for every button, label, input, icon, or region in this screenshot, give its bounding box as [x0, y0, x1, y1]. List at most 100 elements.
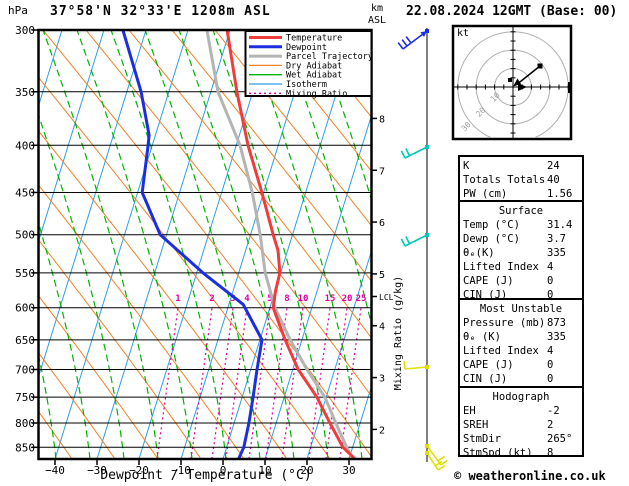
stat-value: 1.56 — [547, 188, 573, 200]
km-tick-label: 7 — [379, 166, 385, 177]
stat-row: θₑ (K) 335 — [463, 330, 579, 344]
wind-barb-feather — [405, 148, 411, 157]
stat-value: 335 — [547, 331, 566, 343]
stat-label: CIN (J) — [463, 373, 508, 385]
stat-value: 3.7 — [547, 233, 566, 245]
stat-value: 335 — [547, 247, 566, 259]
stat-row: CIN (J) 0 — [463, 372, 579, 386]
stat-value: 873 — [547, 317, 566, 329]
stat-value: 0 — [547, 275, 554, 287]
km-tick-label: 6 — [379, 218, 385, 229]
wind-barb-feather — [405, 236, 411, 245]
alt-unit-label: km — [371, 3, 383, 14]
pressure-tick-label: 300 — [15, 24, 35, 37]
wind-barb-feather — [400, 238, 406, 247]
pressure-tick-label: 600 — [15, 302, 35, 315]
wind-barb — [397, 29, 429, 50]
stat-value: 0 — [547, 359, 554, 371]
stat-value: 4 — [547, 261, 554, 273]
wind-barb — [400, 145, 429, 159]
stat-label: EH — [463, 405, 476, 417]
stat-row: Lifted Index 4 — [463, 260, 579, 274]
stat-label: SREH — [463, 419, 489, 431]
hodograph-unit-label: kt — [457, 28, 469, 39]
mixing-ratio-value-label: 2 — [209, 294, 214, 304]
wind-barb-feather — [405, 36, 412, 44]
stat-label: CAPE (J) — [463, 275, 514, 287]
mixing-ratio-value-label: 1 — [175, 294, 180, 304]
sounding-page: 1 2 3 4 5 8 10 15 20 25 300 350 400 450 500 550 600 650 7… — [0, 0, 629, 486]
pressure-tick-label: 350 — [15, 86, 35, 99]
stat-label: CAPE (J) — [463, 359, 514, 371]
mixing-ratio-value-label: 4 — [244, 294, 250, 304]
mixing-ratio-value-label: 15 — [325, 294, 336, 304]
stat-row: Pressure (mb) 873 — [463, 316, 579, 330]
stat-row: K 24 — [463, 159, 579, 173]
hodograph-mean-wind-marker — [508, 78, 512, 82]
mixing-ratio-value-label: 25 — [356, 294, 367, 304]
stat-row: SREH 2 — [463, 418, 579, 432]
stat-label: StmDir — [463, 433, 501, 445]
pressure-tick-label: 550 — [15, 267, 35, 280]
wind-barb — [403, 360, 429, 370]
stat-value: 24 — [547, 160, 560, 172]
pressure-tick-label: 500 — [15, 229, 35, 242]
page-title: 37°58'N 32°33'E 1208m ASL — [50, 4, 271, 19]
stat-value: 265° — [547, 433, 573, 445]
wind-barb-staff — [404, 366, 428, 370]
hodograph-header: Hodograph — [492, 391, 550, 403]
datetime-label: 22.08.2024 12GMT (Base: 00) — [406, 4, 618, 19]
km-tick-label: 5 — [379, 270, 385, 281]
dry-adiabat-line — [39, 130, 287, 458]
lcl-label: LCL — [379, 293, 394, 302]
stats-hodograph-section: Hodograph EH -2 SREH 2 StmDir 265° StmSpd (kt)… — [458, 386, 584, 457]
wind-barb-feather — [437, 464, 446, 471]
hodograph-trace-marker — [537, 63, 543, 69]
wind-barb-staff — [426, 452, 439, 471]
wind-barb-feather — [440, 459, 448, 466]
alt-ref-label: ASL — [368, 15, 386, 26]
stat-label: Lifted Index — [463, 261, 539, 273]
wind-barb-feather — [397, 42, 404, 50]
wet-adiabat-line — [76, 31, 193, 458]
pressure-tick-label: 800 — [15, 417, 35, 430]
stat-row: CAPE (J) 0 — [463, 274, 579, 288]
mixing-axis-label: Mixing Ratio (g/kg) — [393, 276, 404, 390]
stat-row: CAPE (J) 0 — [463, 358, 579, 372]
stat-value: 31.4 — [547, 219, 573, 231]
stat-label: Pressure (mb) — [463, 317, 546, 329]
pressure-tick-label: 850 — [15, 441, 35, 454]
pressure-unit-label: hPa — [8, 4, 28, 17]
stat-value: 2 — [547, 419, 554, 431]
wind-barb — [400, 233, 429, 247]
mixing-ratio-value-label: 8 — [284, 294, 289, 304]
legend: TemperatureDewpointParcel TrajectoryDry … — [244, 30, 373, 99]
stat-row: StmDir 265° — [463, 432, 579, 446]
most-unstable-header: Most Unstable — [479, 303, 563, 315]
pressure-tick-label: 400 — [15, 139, 35, 152]
stat-label: Lifted Index — [463, 345, 539, 357]
copyright-label: © weatheronline.co.uk — [454, 469, 606, 483]
stat-row: Temp (°C) 31.4 — [463, 218, 579, 232]
pressure-tick-label: 700 — [15, 364, 35, 377]
legend-label: Mixing Ratio — [286, 89, 347, 99]
km-tick-label: 2 — [379, 425, 385, 436]
stat-row: Dewp (°C) 3.7 — [463, 232, 579, 246]
stat-label: K — [463, 160, 470, 172]
stat-label: θₑ (K) — [463, 331, 501, 343]
wind-barb-feather — [400, 150, 406, 159]
hodograph-edge-tick — [568, 82, 571, 93]
stat-row: EH -2 — [463, 404, 579, 418]
stats-surface-section: Surface Temp (°C) 31.4 Dewp (°C) 3.7 θₑ(K) 33… — [458, 200, 584, 300]
surface-header: Surface — [498, 205, 544, 217]
pressure-tick-label: 650 — [15, 334, 35, 347]
stat-label: StmSpd (kt) — [463, 447, 533, 457]
stat-value: 40 — [547, 174, 560, 186]
stats-panel: K 24 Totals Totals 40 PW (cm) 1.56 Surface Te… — [458, 155, 584, 457]
stat-label: Totals Totals — [463, 174, 546, 186]
stat-row: Lifted Index 4 — [463, 344, 579, 358]
wind-barbs — [397, 29, 448, 471]
wind-barb-feather — [403, 360, 406, 370]
mixing-ratio-line — [248, 307, 271, 458]
km-tick-label: 8 — [379, 114, 385, 125]
